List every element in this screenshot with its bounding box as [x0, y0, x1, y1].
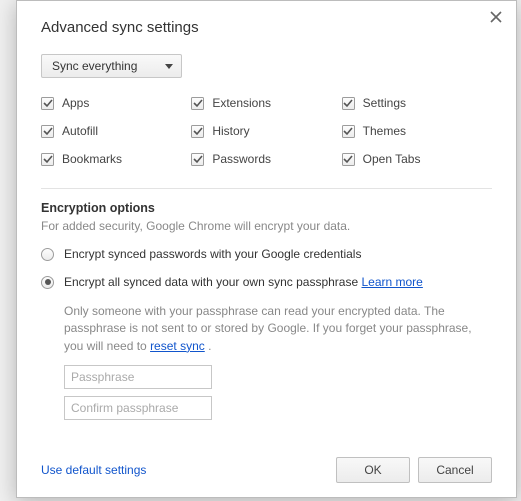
checkbox-history[interactable]: History	[191, 124, 341, 138]
sync-mode-select[interactable]: Sync everything	[41, 54, 182, 78]
radio-label: Encrypt synced passwords with your Googl…	[64, 247, 361, 261]
divider	[41, 188, 492, 189]
sync-items-grid: Apps Extensions Settings Autofill Histor…	[41, 96, 492, 166]
use-default-settings-link[interactable]: Use default settings	[41, 463, 146, 477]
checkbox-autofill[interactable]: Autofill	[41, 124, 191, 138]
radio-own-passphrase[interactable]: Encrypt all synced data with your own sy…	[41, 275, 492, 289]
close-icon	[490, 11, 502, 23]
check-icon	[41, 153, 54, 166]
checkbox-apps[interactable]: Apps	[41, 96, 191, 110]
passphrase-warning-text: Only someone with your passphrase can re…	[64, 304, 472, 353]
checkbox-label: Apps	[62, 96, 89, 110]
close-button[interactable]	[490, 11, 504, 25]
checkbox-settings[interactable]: Settings	[342, 96, 492, 110]
check-icon	[41, 97, 54, 110]
check-icon	[191, 125, 204, 138]
checkbox-label: Passwords	[212, 152, 271, 166]
encryption-heading: Encryption options	[41, 201, 492, 215]
radio-google-credentials[interactable]: Encrypt synced passwords with your Googl…	[41, 247, 492, 261]
checkbox-themes[interactable]: Themes	[342, 124, 492, 138]
checkbox-passwords[interactable]: Passwords	[191, 152, 341, 166]
dialog-footer: Use default settings OK Cancel	[41, 457, 492, 483]
cancel-button[interactable]: Cancel	[418, 457, 492, 483]
passphrase-warning: Only someone with your passphrase can re…	[64, 303, 492, 355]
checkbox-label: Autofill	[62, 124, 98, 138]
encryption-desc: For added security, Google Chrome will e…	[41, 219, 492, 233]
checkbox-label: Bookmarks	[62, 152, 122, 166]
check-icon	[342, 97, 355, 110]
check-icon	[41, 125, 54, 138]
checkbox-label: Extensions	[212, 96, 271, 110]
radio-icon	[41, 248, 54, 261]
checkbox-label: Open Tabs	[363, 152, 421, 166]
ok-button[interactable]: OK	[336, 457, 410, 483]
passphrase-warning-suffix: .	[205, 339, 212, 353]
check-icon	[342, 125, 355, 138]
passphrase-input[interactable]	[64, 365, 212, 389]
footer-buttons: OK Cancel	[336, 457, 492, 483]
checkbox-label: History	[212, 124, 249, 138]
passphrase-section: Only someone with your passphrase can re…	[64, 303, 492, 420]
check-icon	[342, 153, 355, 166]
dialog-title: Advanced sync settings	[41, 19, 492, 36]
radio-icon	[41, 276, 54, 289]
radio-label: Encrypt all synced data with your own sy…	[64, 275, 423, 289]
radio-label-text: Encrypt all synced data with your own sy…	[64, 275, 361, 289]
reset-sync-link[interactable]: reset sync	[150, 339, 205, 353]
checkbox-bookmarks[interactable]: Bookmarks	[41, 152, 191, 166]
checkbox-extensions[interactable]: Extensions	[191, 96, 341, 110]
advanced-sync-dialog: Advanced sync settings Sync everything A…	[16, 0, 517, 498]
checkbox-label: Settings	[363, 96, 406, 110]
confirm-passphrase-input[interactable]	[64, 396, 212, 420]
checkbox-open-tabs[interactable]: Open Tabs	[342, 152, 492, 166]
checkbox-label: Themes	[363, 124, 406, 138]
check-icon	[191, 153, 204, 166]
sync-mode-value: Sync everything	[52, 59, 137, 73]
check-icon	[191, 97, 204, 110]
learn-more-link[interactable]: Learn more	[361, 275, 422, 289]
chevron-down-icon	[165, 64, 173, 69]
